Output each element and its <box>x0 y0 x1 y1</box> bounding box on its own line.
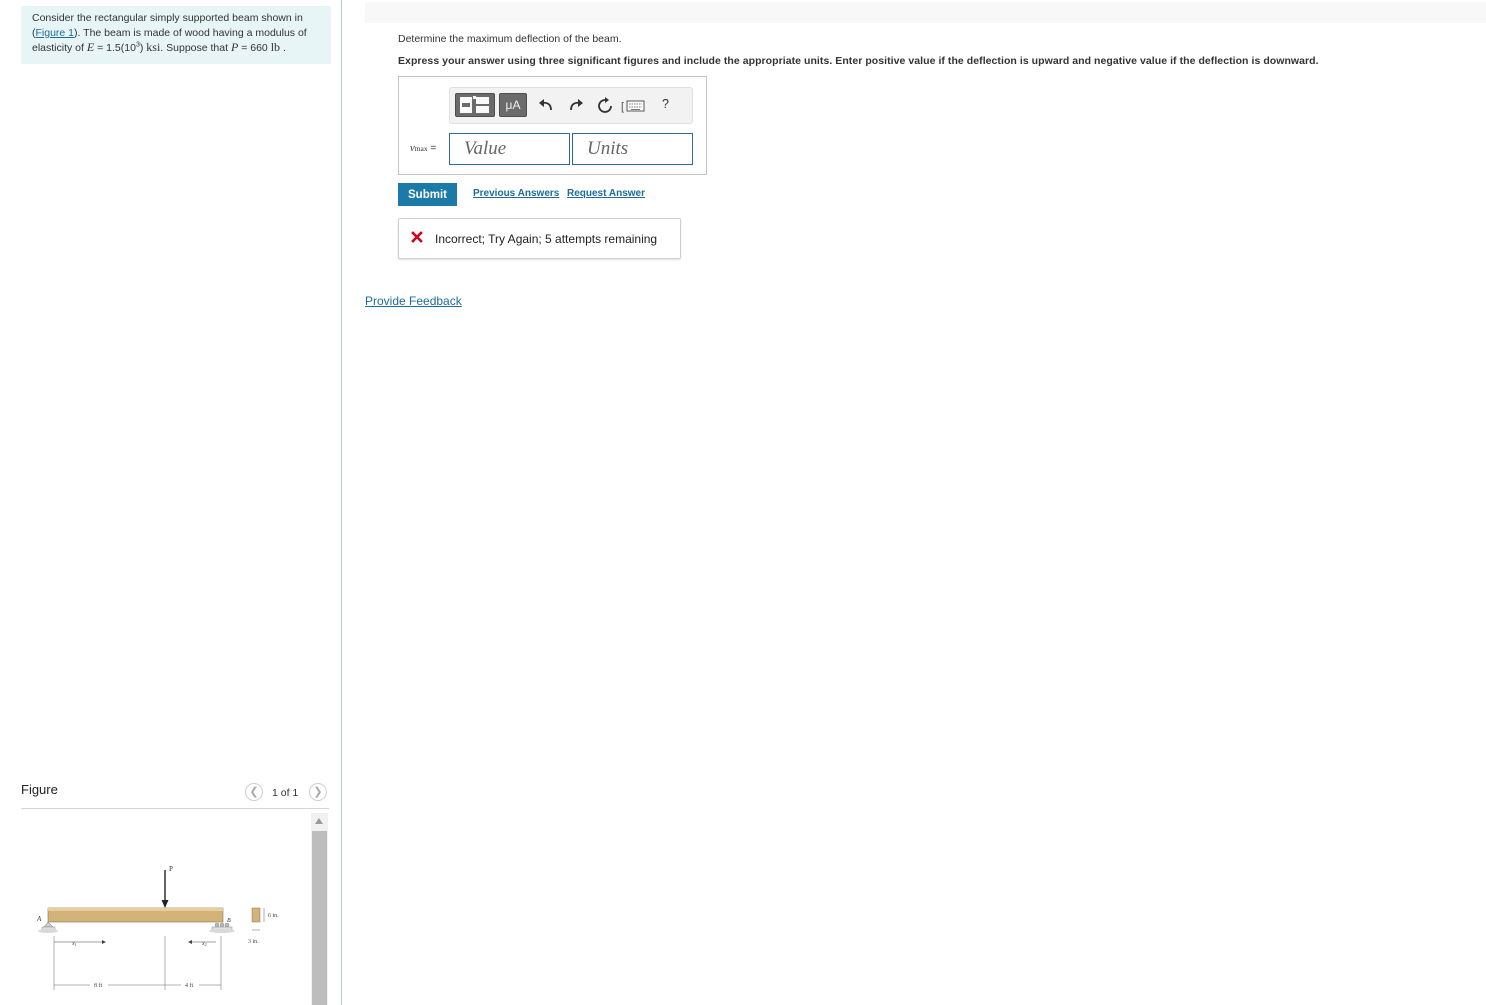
pin-support-a <box>43 921 54 928</box>
help-button[interactable]: ? <box>662 97 672 111</box>
x2-label: x2 <box>201 941 207 947</box>
units-input[interactable] <box>572 133 693 165</box>
ground-b <box>209 929 235 933</box>
figure-title: Figure <box>21 782 58 797</box>
undo-icon[interactable] <box>537 96 555 116</box>
math-toolbar: μA [ ? <box>449 87 693 124</box>
provide-feedback-link[interactable]: Provide Feedback <box>365 294 462 308</box>
left-panel: Consider the rectangular simply supporte… <box>0 0 341 1005</box>
figure-next-button[interactable]: ❯ <box>309 783 327 801</box>
keyboard-icon[interactable]: [ <box>621 96 645 116</box>
figure-divider <box>21 808 329 809</box>
width-label: 3 in. <box>248 939 259 945</box>
answer-box: μA [ ? vmax = <box>398 76 707 175</box>
scroll-up-arrow-icon[interactable] <box>315 818 323 824</box>
reset-icon[interactable] <box>596 96 614 116</box>
support-a-label: A <box>36 915 42 923</box>
submit-button[interactable]: Submit <box>398 183 457 206</box>
roller-3 <box>224 922 230 928</box>
span1-label: 8 ft <box>94 982 102 989</box>
beam-highlight <box>48 908 223 911</box>
depth-label: 6 in. <box>268 913 279 919</box>
span2-label: 4 ft <box>185 982 193 989</box>
figure-link[interactable]: Figure 1 <box>36 27 75 39</box>
units-button[interactable]: μA <box>499 93 527 117</box>
value-input[interactable] <box>449 133 570 165</box>
part-header-band <box>365 2 1486 23</box>
x1-arrow-head <box>102 940 106 944</box>
answer-instructions: Express your answer using three signific… <box>398 55 1319 67</box>
load-arrow-head <box>161 900 169 908</box>
answer-variable-label: vmax = <box>410 143 437 154</box>
chevron-left-icon: ❮ <box>249 786 259 798</box>
templates-button[interactable] <box>455 93 495 117</box>
x2-arrow-head <box>188 940 192 944</box>
request-answer-link[interactable]: Request Answer <box>567 188 645 199</box>
redo-icon[interactable] <box>567 96 585 116</box>
roller-1 <box>214 922 220 928</box>
figure-page-indicator: 1 of 1 <box>272 787 299 799</box>
x1-label: x1 <box>71 941 77 947</box>
error-x-icon <box>411 231 423 243</box>
column-divider <box>341 0 342 1005</box>
problem-statement: Consider the rectangular simply supporte… <box>21 6 331 64</box>
ground-a <box>38 929 58 933</box>
feedback-message-box: Incorrect; Try Again; 5 attempts remaini… <box>398 218 681 259</box>
load-label: P <box>169 865 173 873</box>
previous-answers-link[interactable]: Previous Answers <box>473 188 559 199</box>
feedback-text: Incorrect; Try Again; 5 attempts remaini… <box>435 232 658 246</box>
svg-text:[: [ <box>621 101 624 113</box>
roller-2 <box>219 922 225 928</box>
scroll-thumb[interactable] <box>312 831 327 1005</box>
templates-icon <box>460 96 489 113</box>
beam-figure: P A B x1 x2 8 ft 4 ft 6 in. 3 in. <box>36 865 279 990</box>
figure-scrollbar[interactable] <box>311 813 328 1005</box>
cross-section <box>251 907 261 923</box>
chevron-right-icon: ❯ <box>313 786 323 798</box>
figure-prev-button[interactable]: ❮ <box>245 783 263 801</box>
question-prompt: Determine the maximum deflection of the … <box>398 33 622 45</box>
